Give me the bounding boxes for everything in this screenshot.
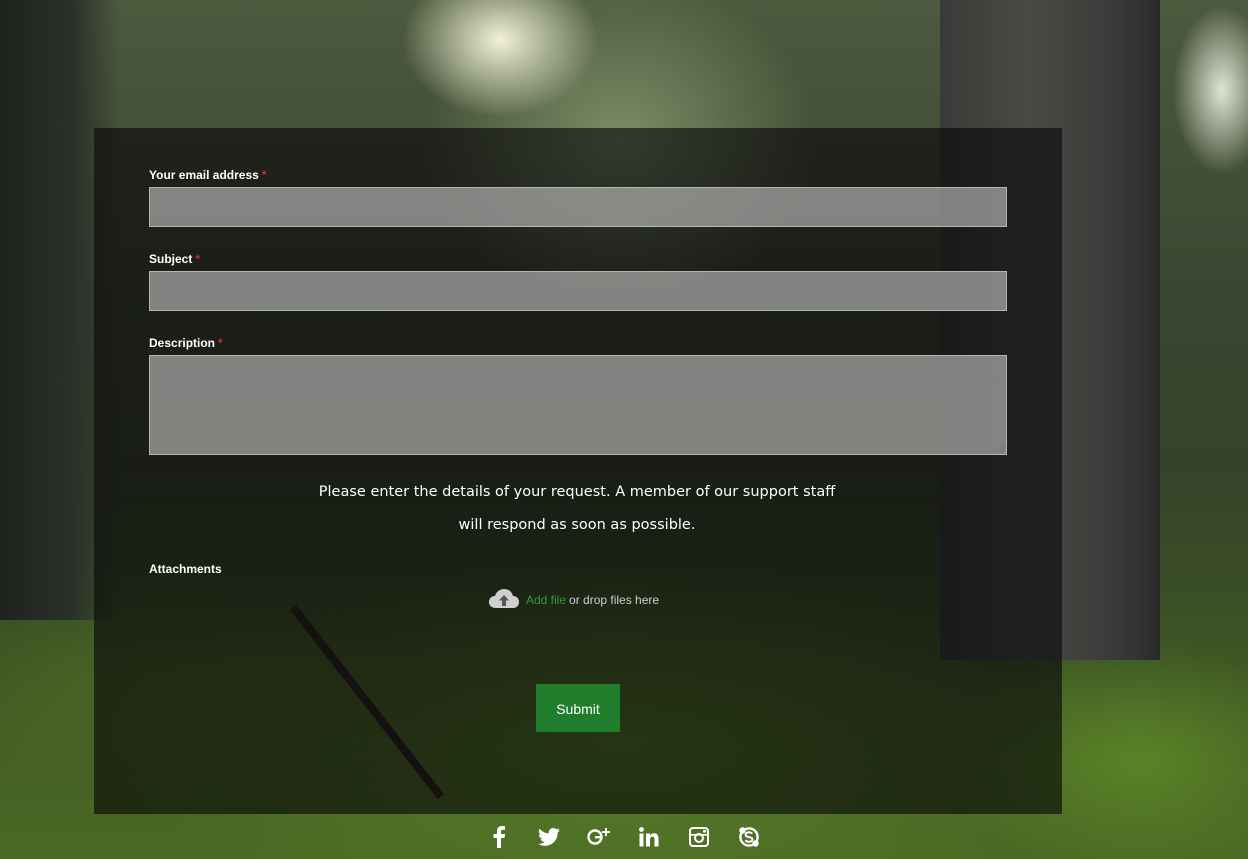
instagram-icon[interactable]: [685, 823, 713, 851]
description-field[interactable]: [149, 355, 1007, 455]
subject-label: Subject *: [149, 252, 200, 266]
attachments-label: Attachments: [149, 562, 222, 576]
email-field[interactable]: [149, 187, 1007, 227]
email-label: Your email address *: [149, 168, 267, 182]
description-label: Description *: [149, 336, 223, 350]
google-plus-icon[interactable]: [585, 823, 613, 851]
subject-field[interactable]: [149, 271, 1007, 311]
cloud-upload-icon: [488, 588, 526, 613]
resize-handle[interactable]: [997, 445, 1005, 453]
email-label-text: Your email address: [149, 168, 259, 182]
required-marker: *: [218, 336, 223, 350]
social-links: [0, 823, 1248, 855]
attachment-dropzone[interactable]: Add file or drop files here: [488, 588, 659, 612]
required-marker: *: [195, 252, 201, 266]
info-text: Please enter the details of your request…: [318, 484, 836, 533]
support-form-panel: Your email address * Subject * Description…: [94, 128, 1062, 814]
linkedin-icon[interactable]: [635, 823, 663, 851]
description-label-text: Description: [149, 336, 216, 350]
skype-icon[interactable]: [735, 823, 763, 851]
add-file-link[interactable]: Add file: [526, 593, 566, 607]
subject-label-text: Subject: [149, 252, 193, 266]
required-marker: *: [261, 168, 267, 182]
drop-files-text: or drop files here: [569, 593, 660, 607]
submit-button[interactable]: Submit: [536, 684, 620, 732]
facebook-icon[interactable]: [485, 823, 513, 851]
twitter-icon[interactable]: [535, 823, 563, 851]
